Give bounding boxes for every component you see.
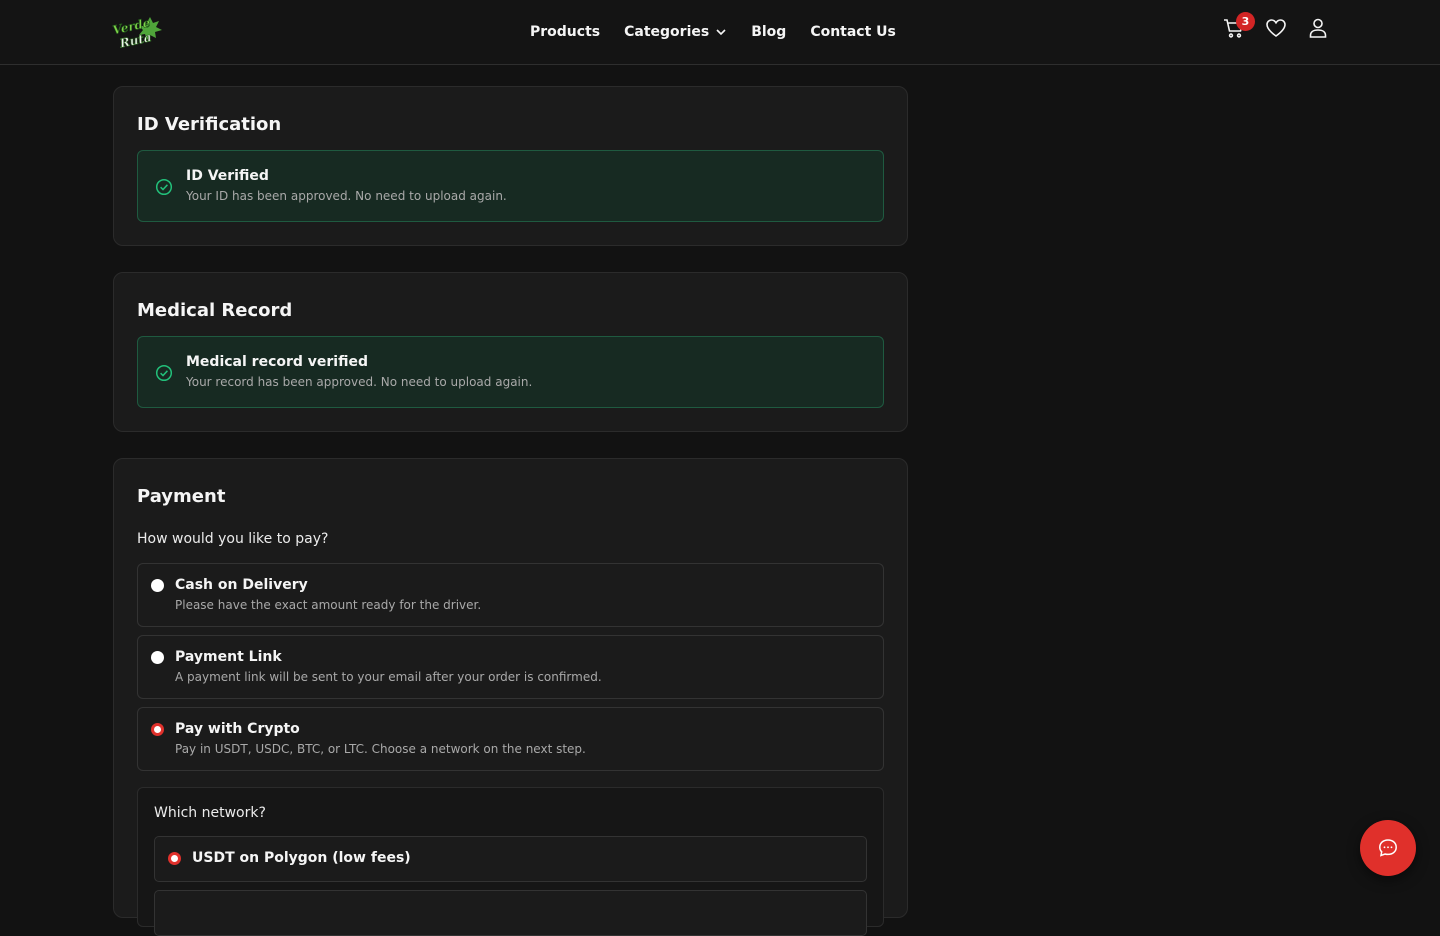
option-label: Cash on Delivery bbox=[175, 577, 308, 593]
nav-products[interactable]: Products bbox=[530, 24, 600, 40]
crypto-network-panel: Which network? USDT on Polygon (low fees… bbox=[137, 787, 884, 936]
option-label: Payment Link bbox=[175, 649, 282, 665]
network-label: USDT on Polygon (low fees) bbox=[192, 850, 411, 866]
wishlist-button[interactable] bbox=[1264, 16, 1288, 40]
account-button[interactable] bbox=[1306, 16, 1330, 40]
medical-record-title: Medical Record bbox=[137, 300, 293, 321]
medical-verified-status: Medical record verified Your record has … bbox=[137, 336, 884, 408]
option-label: Pay with Crypto bbox=[175, 721, 300, 737]
radio-crypto[interactable] bbox=[151, 723, 164, 736]
main-nav: Products Categories Blog Contact Us bbox=[530, 0, 896, 64]
option-description: Please have the exact amount ready for t… bbox=[175, 598, 482, 612]
nav-blog[interactable]: Blog bbox=[751, 24, 786, 40]
id-verification-title: ID Verification bbox=[137, 114, 282, 135]
heart-icon bbox=[1266, 19, 1286, 37]
check-circle-icon bbox=[155, 178, 173, 196]
id-verified-status: ID Verified Your ID has been approved. N… bbox=[137, 150, 884, 222]
nav-contact[interactable]: Contact Us bbox=[810, 24, 896, 40]
chevron-down-icon bbox=[716, 29, 726, 36]
header-actions: 3 bbox=[1222, 12, 1330, 40]
medical-verified-text: Your record has been approved. No need t… bbox=[186, 375, 533, 389]
medical-record-card: Medical Record Medical record verified Y… bbox=[113, 272, 908, 432]
radio-usdt-polygon[interactable] bbox=[168, 852, 181, 865]
payment-option-crypto[interactable]: Pay with Crypto Pay in USDT, USDC, BTC, … bbox=[137, 707, 884, 771]
id-verified-title: ID Verified bbox=[186, 168, 269, 184]
network-question: Which network? bbox=[154, 805, 266, 821]
brand-logo[interactable]: Verde Ruta bbox=[110, 13, 164, 51]
user-icon bbox=[1309, 18, 1327, 38]
network-option-next[interactable] bbox=[154, 890, 867, 936]
chat-icon bbox=[1379, 839, 1397, 857]
id-verification-card: ID Verification ID Verified Your ID has … bbox=[113, 86, 908, 246]
payment-question: How would you like to pay? bbox=[137, 531, 329, 547]
radio-cash[interactable] bbox=[151, 579, 164, 592]
chat-button[interactable] bbox=[1360, 820, 1416, 876]
option-description: A payment link will be sent to your emai… bbox=[175, 670, 602, 684]
payment-title: Payment bbox=[137, 486, 226, 507]
payment-option-link[interactable]: Payment Link A payment link will be sent… bbox=[137, 635, 884, 699]
nav-categories[interactable]: Categories bbox=[624, 24, 727, 40]
top-navigation-bar: Verde Ruta Products Categories Blog Cont… bbox=[0, 0, 1440, 65]
cart-count-badge: 3 bbox=[1236, 12, 1255, 31]
check-circle-icon bbox=[155, 364, 173, 382]
option-description: Pay in USDT, USDC, BTC, or LTC. Choose a… bbox=[175, 742, 586, 756]
network-option-usdt-polygon[interactable]: USDT on Polygon (low fees) bbox=[154, 836, 867, 882]
radio-payment-link[interactable] bbox=[151, 651, 164, 664]
payment-card: Payment How would you like to pay? Cash … bbox=[113, 458, 908, 936]
medical-verified-title: Medical record verified bbox=[186, 354, 368, 370]
id-verified-text: Your ID has been approved. No need to up… bbox=[186, 189, 507, 203]
payment-option-cash[interactable]: Cash on Delivery Please have the exact a… bbox=[137, 563, 884, 627]
cart-button[interactable]: 3 bbox=[1222, 12, 1255, 40]
